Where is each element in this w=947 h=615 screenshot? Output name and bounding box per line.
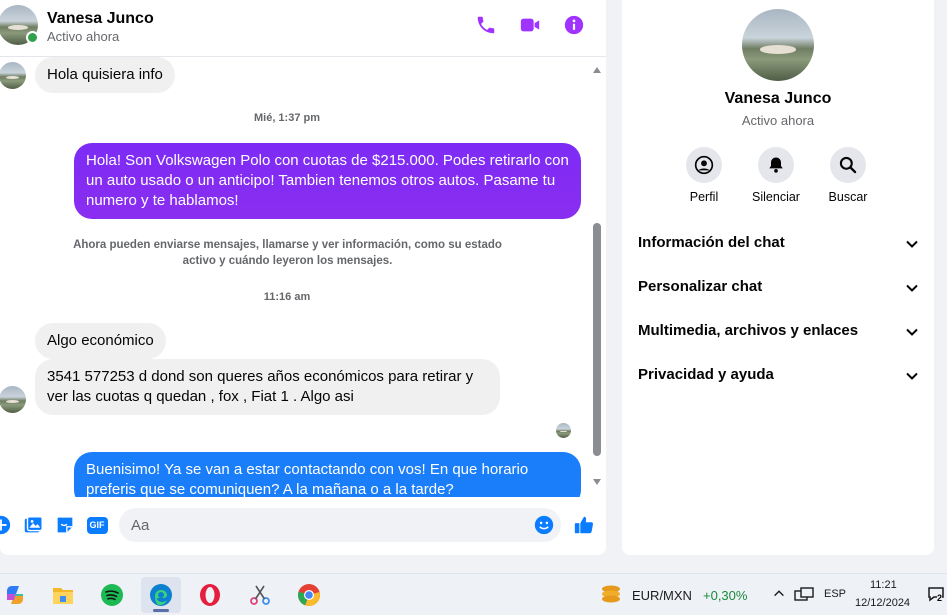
input-language[interactable]: ESP (824, 588, 846, 600)
gif-icon: GIF (86, 516, 108, 534)
scroll-thumb[interactable] (593, 223, 601, 456)
video-camera-icon (520, 18, 540, 32)
message-incoming[interactable]: 3541 577253 d dond son queres años econó… (35, 359, 500, 415)
snipping-tool-app[interactable] (240, 577, 280, 613)
ticker-change: +0,30% (703, 588, 748, 603)
notifications-button[interactable]: 2 (928, 586, 947, 606)
conversation-info-button[interactable] (562, 13, 586, 37)
search-in-conversation-button[interactable]: Buscar (813, 147, 883, 204)
search-label: Buscar (828, 190, 868, 204)
message-outgoing[interactable]: Buenisimo! Ya se van a estar contactando… (74, 452, 581, 497)
contact-avatar-small (0, 62, 26, 89)
message-outgoing[interactable]: Hola! Son Volkswagen Polo con cuotas de … (74, 143, 581, 219)
more-actions-button[interactable] (0, 514, 12, 536)
timestamp: Mié, 1:37 pm (253, 112, 321, 124)
chevron-down-icon (906, 372, 918, 380)
read-receipt-avatar (556, 423, 571, 438)
message-composer: GIF (0, 497, 606, 555)
attach-image-button[interactable] (22, 514, 44, 536)
info-contact-name: Vanesa Junco (724, 90, 832, 107)
ticker-label: EUR/MXN (632, 588, 692, 603)
thumbs-up-icon (574, 516, 594, 534)
clock-date[interactable]: 12/12/2024 (855, 597, 910, 609)
chevron-down-icon (906, 240, 918, 248)
section-privacy-help[interactable]: Privacidad y ayuda (630, 356, 926, 396)
windows-taskbar: EUR/MXN +0,30% ESP 11:21 12/12/2024 2 (0, 573, 947, 615)
e2e-notice: Ahora pueden enviarse mensajes, llamarse… (73, 239, 502, 267)
opera-icon (200, 584, 220, 606)
thread-scrollbar[interactable] (590, 60, 604, 492)
profile-label: Perfil (689, 190, 719, 204)
like-button[interactable] (573, 514, 595, 536)
sticker-button[interactable] (54, 514, 76, 536)
image-icon (24, 516, 43, 533)
tray-overflow-button[interactable] (772, 586, 788, 602)
mute-label: Silenciar (752, 190, 800, 204)
phone-icon (477, 16, 495, 34)
contact-status: Activo ahora (47, 29, 120, 44)
spotify-icon (101, 584, 123, 606)
gif-button[interactable]: GIF (86, 514, 108, 536)
network-button[interactable] (794, 586, 814, 604)
section-label: Multimedia, archivos y enlaces (638, 322, 859, 339)
message-incoming[interactable]: Hola quisiera info (35, 57, 175, 93)
chat-panel: Vanesa Junco Activo ahora Hola quisiera … (0, 0, 606, 555)
plus-circle-icon (0, 515, 11, 535)
scissors-icon (250, 585, 270, 605)
section-label: Información del chat (638, 234, 785, 251)
message-incoming[interactable]: Algo económico (35, 323, 166, 359)
conversation-info-panel: Vanesa Junco Activo ahora Perfil Silenci… (622, 0, 934, 555)
timestamp: 11:16 am (263, 291, 311, 303)
edge-app[interactable] (141, 577, 181, 613)
clock-time[interactable]: 11:21 (870, 579, 897, 591)
network-icon (794, 587, 814, 601)
opera-app[interactable] (190, 577, 230, 613)
spotify-app[interactable] (92, 577, 132, 613)
contact-name[interactable]: Vanesa Junco (47, 10, 154, 28)
phone-call-button[interactable] (474, 13, 498, 37)
section-label: Privacidad y ayuda (638, 366, 774, 383)
message-thread: Hola quisiera info Mié, 1:37 pm Hola! So… (0, 57, 606, 497)
emoji-button[interactable] (533, 514, 555, 536)
online-indicator (26, 31, 39, 44)
message-input[interactable] (119, 508, 561, 542)
section-customize-chat[interactable]: Personalizar chat (630, 268, 926, 308)
scroll-down-arrow-icon[interactable] (592, 477, 602, 487)
info-contact-status: Activo ahora (741, 113, 815, 128)
chevron-down-icon (906, 284, 918, 292)
coins-icon (602, 585, 620, 603)
info-icon (564, 15, 584, 35)
section-label: Personalizar chat (638, 278, 763, 295)
copilot-icon (7, 586, 23, 604)
bell-icon (769, 157, 783, 173)
chrome-app[interactable] (289, 577, 329, 613)
mute-button[interactable]: Silenciar (741, 147, 811, 204)
gif-label: GIF (89, 520, 105, 530)
scroll-up-arrow-icon[interactable] (592, 65, 602, 75)
chat-header: Vanesa Junco Activo ahora (0, 0, 606, 57)
sticker-icon (57, 517, 73, 533)
search-icon (839, 156, 857, 174)
folder-icon (53, 588, 73, 604)
chevron-down-icon (906, 328, 918, 336)
profile-icon (694, 155, 714, 175)
copilot-app[interactable] (0, 577, 35, 613)
smiley-icon (534, 515, 554, 535)
chevron-up-icon (774, 590, 784, 597)
edge-icon (150, 584, 172, 606)
file-explorer-app[interactable] (43, 577, 83, 613)
contact-profile-picture[interactable] (742, 9, 814, 81)
notification-badge: 2 (937, 593, 943, 603)
currency-widget[interactable]: EUR/MXN +0,30% (597, 574, 757, 615)
video-call-button[interactable] (518, 13, 542, 37)
contact-avatar-small (0, 386, 26, 413)
section-chat-info[interactable]: Información del chat (630, 224, 926, 264)
chrome-icon (298, 584, 320, 607)
profile-button[interactable]: Perfil (669, 147, 739, 204)
section-media-files-links[interactable]: Multimedia, archivos y enlaces (630, 312, 926, 352)
